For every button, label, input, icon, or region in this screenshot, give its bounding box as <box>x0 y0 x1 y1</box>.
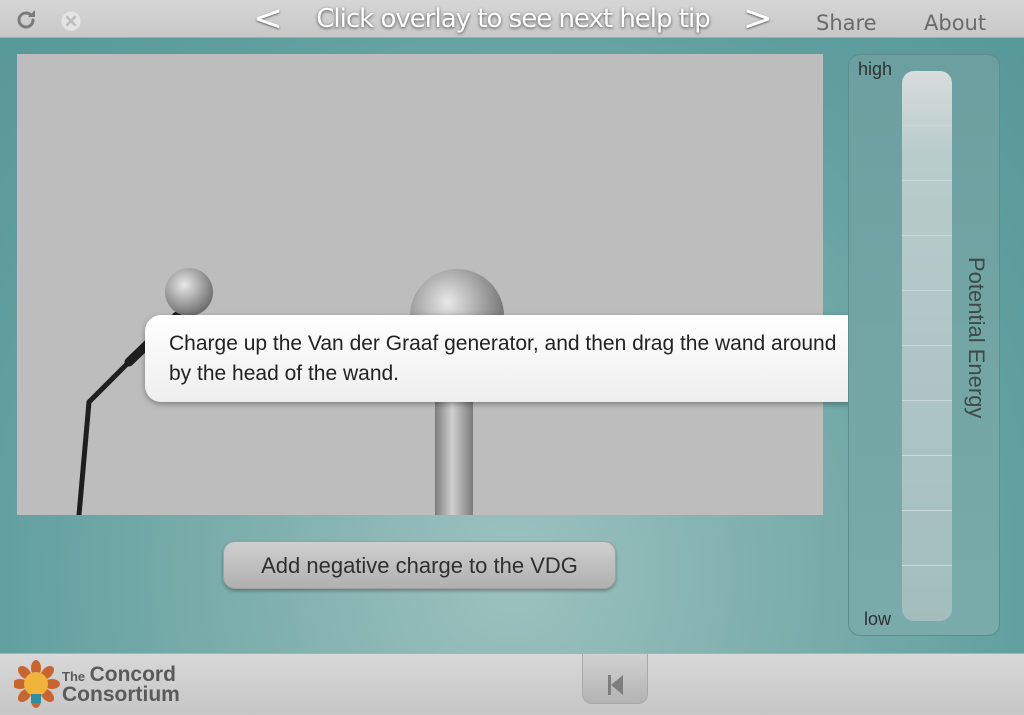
logo-the: The <box>62 669 86 684</box>
simulation-canvas[interactable] <box>17 54 823 515</box>
meter-tick <box>902 180 952 181</box>
about-link[interactable]: About <box>924 0 986 38</box>
app-window: < Click overlay to see next help tip > S… <box>0 0 1024 715</box>
previous-tip-button[interactable]: < <box>248 0 288 38</box>
meter-high-label: high <box>858 59 893 79</box>
meter-tick <box>902 400 952 401</box>
concord-logo-text: The Concord Consortium <box>62 664 180 706</box>
help-tip-navigation: < Click overlay to see next help tip > <box>248 0 778 38</box>
next-tip-button[interactable]: > <box>738 0 778 38</box>
meter-bar <box>902 71 952 621</box>
rewind-button[interactable] <box>582 654 648 704</box>
meter-tick <box>902 510 952 511</box>
potential-energy-meter: high Potential Energy low <box>848 54 1000 636</box>
top-bar: < Click overlay to see next help tip > S… <box>0 0 1024 38</box>
meter-tick <box>902 345 952 346</box>
meter-tick <box>902 125 952 126</box>
concord-logo-icon <box>14 660 60 708</box>
meter-title: Potential Energy <box>964 257 989 419</box>
add-negative-charge-button[interactable]: Add negative charge to the VDG <box>223 541 616 589</box>
bottom-bar: The Concord Consortium <box>0 653 1024 715</box>
meter-tick <box>902 235 952 236</box>
reload-icon[interactable] <box>14 8 38 32</box>
help-tip-overlay[interactable]: Charge up the Van der Graaf generator, a… <box>145 315 879 402</box>
share-link[interactable]: Share <box>816 0 877 38</box>
rewind-icon <box>608 675 623 695</box>
help-tip-title[interactable]: Click overlay to see next help tip <box>288 4 738 34</box>
meter-tick <box>902 290 952 291</box>
meter-tick <box>902 455 952 456</box>
logo-line2: Consortium <box>62 683 180 706</box>
meter-low-label: low <box>864 609 892 629</box>
wand-head[interactable] <box>165 268 213 316</box>
close-icon[interactable] <box>60 10 82 32</box>
meter-tick <box>902 565 952 566</box>
